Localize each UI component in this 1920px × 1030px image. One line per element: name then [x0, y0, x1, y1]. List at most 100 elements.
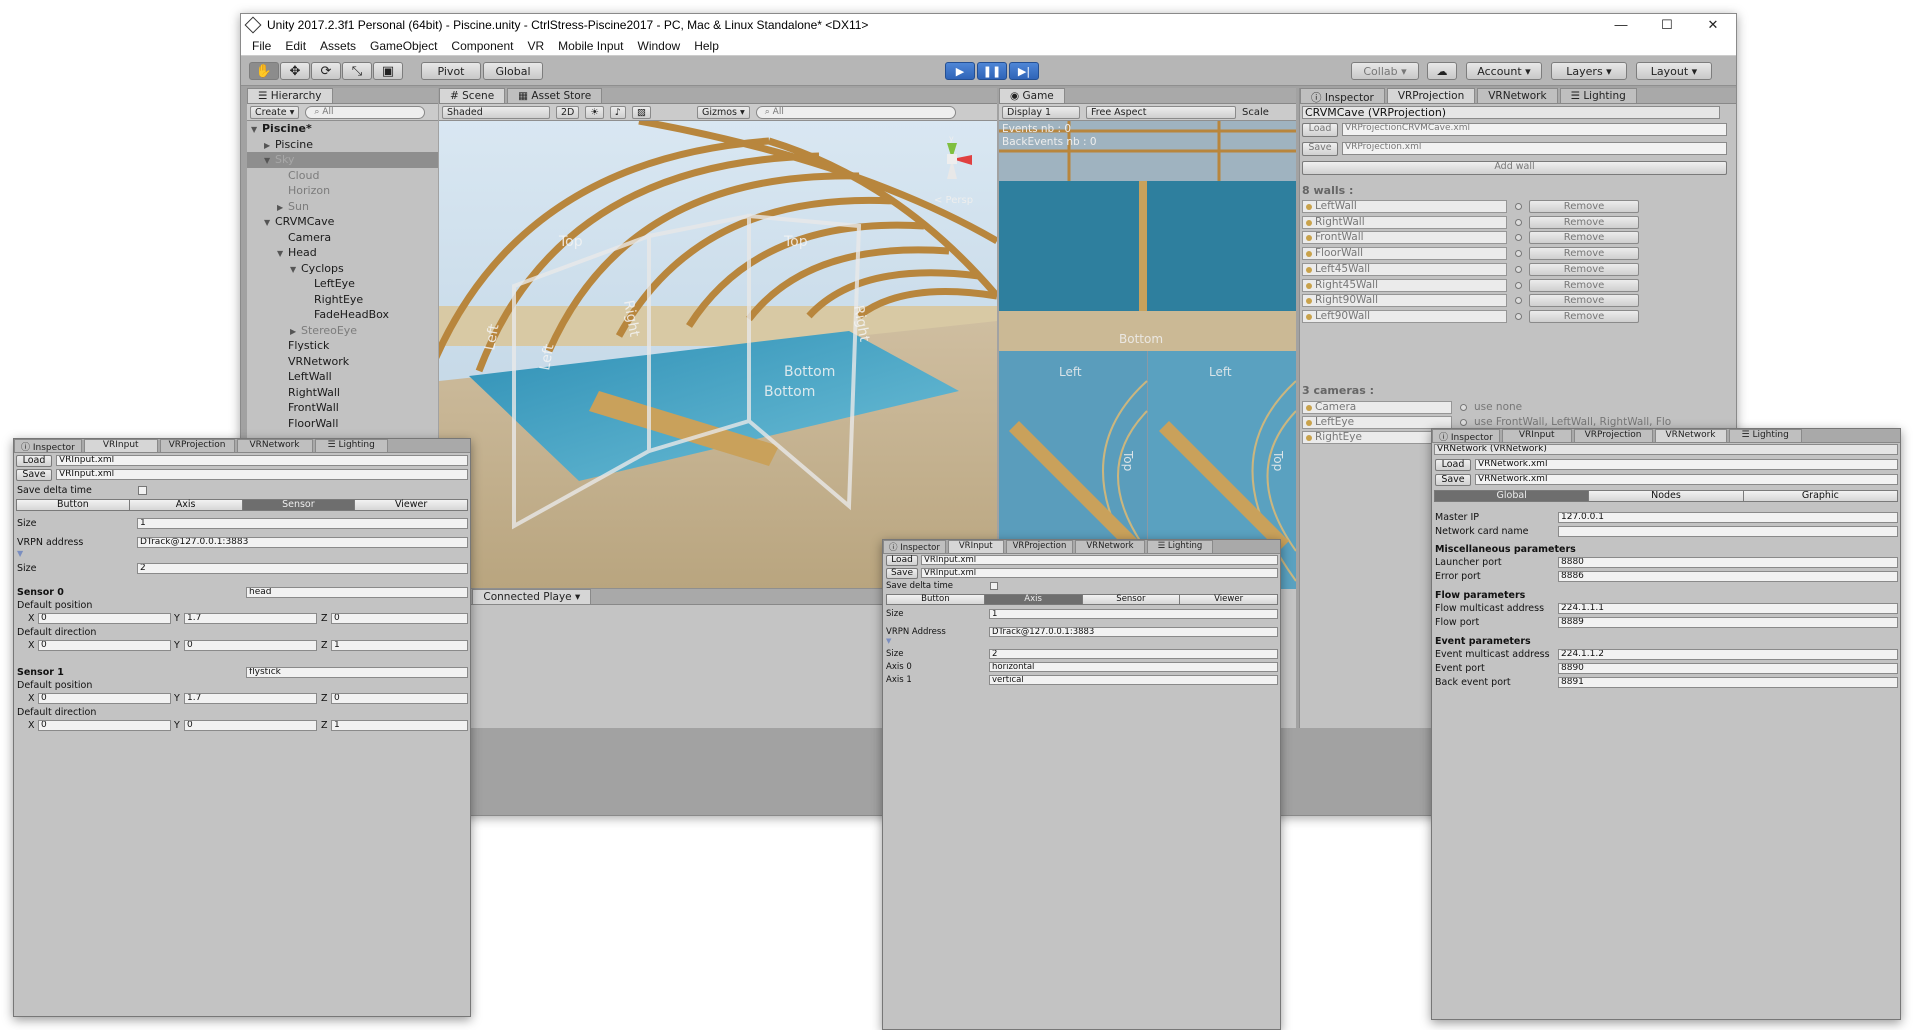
save-file-field[interactable]: VRInput.xml — [921, 568, 1278, 578]
sensor-name-field[interactable]: head — [246, 587, 468, 598]
wall-object-field[interactable]: RightWall — [1302, 215, 1507, 229]
menu-assets[interactable]: Assets — [313, 39, 363, 53]
foldout-arrow-icon[interactable]: ▼ — [264, 153, 275, 169]
object-picker-icon[interactable] — [1515, 265, 1522, 273]
close-button[interactable]: ✕ — [1690, 17, 1736, 33]
hierarchy-item[interactable]: ▶ Piscine — [247, 137, 438, 153]
hierarchy-item[interactable]: FrontWall — [247, 400, 438, 416]
save-file-field[interactable]: VRProjection.xml — [1342, 142, 1727, 155]
vector-component-field[interactable]: 0 — [38, 613, 171, 624]
wall-object-field[interactable]: Right90Wall — [1302, 294, 1507, 308]
tab-vrnetwork[interactable]: VRNetwork — [1075, 540, 1145, 553]
object-picker-icon[interactable] — [1515, 218, 1522, 226]
menu-edit[interactable]: Edit — [278, 39, 313, 53]
size-field[interactable]: 1 — [989, 609, 1278, 619]
foldout-arrow-icon[interactable]: ▼ — [17, 549, 23, 558]
foldout-arrow-icon[interactable]: ▼ — [277, 246, 288, 262]
hierarchy-item[interactable]: LeftEye — [247, 276, 438, 292]
master-ip-field[interactable]: 127.0.0.1 — [1558, 512, 1898, 523]
mode-axis[interactable]: Axis — [129, 500, 243, 510]
menu-component[interactable]: Component — [444, 39, 520, 53]
vrpn-address-field[interactable]: DTrack@127.0.0.1:3883 — [989, 627, 1278, 637]
camera-object-field[interactable]: Camera — [1302, 401, 1452, 414]
load-button[interactable]: Load — [16, 455, 52, 467]
flow-port-field[interactable]: 8889 — [1558, 617, 1898, 628]
load-button[interactable]: Load — [1435, 459, 1471, 471]
tab-vrprojection[interactable]: VRProjection — [1386, 88, 1476, 103]
hierarchy-item[interactable]: ▼ Head — [247, 245, 438, 261]
scale-tool-icon[interactable]: ⤡ — [342, 62, 372, 80]
object-picker-icon[interactable] — [1515, 312, 1522, 320]
layers-dropdown[interactable]: Layers ▾ — [1551, 62, 1627, 80]
remove-wall-button[interactable]: Remove — [1529, 278, 1639, 292]
tab-inspector[interactable]: ⓘ Inspector — [883, 540, 946, 553]
wall-object-field[interactable]: FloorWall — [1302, 247, 1507, 261]
tab-vrnetwork[interactable]: VRNetwork — [1654, 429, 1727, 442]
wall-object-field[interactable]: FrontWall — [1302, 231, 1507, 245]
tab-inspector[interactable]: ⓘ Inspector — [14, 439, 82, 453]
vector-component-field[interactable]: 1 — [331, 640, 468, 651]
save-delta-checkbox[interactable] — [138, 486, 147, 495]
menu-window[interactable]: Window — [631, 39, 688, 53]
vector-component-field[interactable]: 1.7 — [184, 693, 317, 704]
load-file-field[interactable]: VRInput.xml — [921, 555, 1278, 565]
game-viewport[interactable]: Bottom Left Top Left Top Events nb : 0 B… — [999, 121, 1296, 589]
hierarchy-item[interactable]: FloorWall — [247, 416, 438, 432]
hierarchy-item[interactable]: Cloud — [247, 168, 438, 184]
object-picker-icon[interactable] — [1515, 297, 1522, 305]
tab-vrprojection[interactable]: VRProjection — [1573, 429, 1653, 442]
hierarchy-item[interactable]: Camera — [247, 230, 438, 246]
radio-icon[interactable] — [1460, 419, 1467, 426]
shaded-dropdown[interactable]: Shaded — [442, 105, 550, 119]
tab-vrinput[interactable]: VRInput — [1501, 429, 1572, 442]
tab-lighting[interactable]: ☰ Lighting — [314, 439, 388, 452]
wall-object-field[interactable]: Left45Wall — [1302, 262, 1507, 276]
mode-viewer[interactable]: Viewer — [355, 500, 467, 510]
menu-gameobject[interactable]: GameObject — [363, 39, 444, 53]
save-delta-checkbox[interactable] — [990, 582, 998, 590]
load-file-field[interactable]: VRNetwork.xml — [1475, 459, 1898, 470]
wall-object-field[interactable]: Left90Wall — [1302, 309, 1507, 323]
add-wall-button[interactable]: Add wall — [1302, 161, 1727, 175]
remove-wall-button[interactable]: Remove — [1529, 309, 1639, 323]
save-file-field[interactable]: VRInput.xml — [56, 469, 468, 480]
vector-component-field[interactable]: 0 — [38, 640, 171, 651]
load-file-field[interactable]: VRProjectionCRVMCave.xml — [1342, 123, 1727, 136]
tab-lighting[interactable]: ☰ Lighting — [1559, 88, 1637, 103]
collab-button[interactable]: Collab ▾ — [1351, 62, 1419, 80]
vector-component-field[interactable]: 0 — [184, 640, 317, 651]
remove-wall-button[interactable]: Remove — [1529, 215, 1639, 229]
hierarchy-item[interactable]: Horizon — [247, 183, 438, 199]
mode-sensor[interactable]: Sensor — [1082, 595, 1181, 604]
mode-button[interactable]: Button — [887, 595, 985, 604]
wall-object-field[interactable]: Right45Wall — [1302, 278, 1507, 292]
hierarchy-item[interactable]: ▼ Sky — [247, 152, 438, 168]
tab-vrinput[interactable]: VRInput — [83, 439, 158, 452]
vector-component-field[interactable]: 0 — [38, 693, 171, 704]
hierarchy-item[interactable]: RightEye — [247, 292, 438, 308]
rect-tool-icon[interactable]: ▣ — [373, 62, 403, 80]
tab-inspector[interactable]: ⓘ Inspector — [1432, 429, 1500, 443]
hierarchy-item[interactable]: ▼ CRVMCave — [247, 214, 438, 230]
hierarchy-search-input[interactable]: ⌕ All — [305, 105, 426, 119]
foldout-arrow-icon[interactable]: ▼ — [290, 262, 301, 278]
sensor-name-field[interactable]: flystick — [246, 667, 468, 678]
tab-lighting[interactable]: ☰ Lighting — [1728, 429, 1802, 442]
event-port-field[interactable]: 8890 — [1558, 663, 1898, 674]
pause-icon[interactable]: ❚❚ — [977, 62, 1007, 80]
radio-icon[interactable] — [1460, 404, 1467, 411]
vrpn-address-field[interactable]: DTrack@127.0.0.1:3883 — [137, 537, 468, 548]
move-tool-icon[interactable]: ✥ — [280, 62, 310, 80]
global-button[interactable]: Global — [483, 62, 543, 80]
hierarchy-item[interactable]: VRNetwork — [247, 354, 438, 370]
display-dropdown[interactable]: Display 1 — [1002, 105, 1080, 119]
object-picker-icon[interactable] — [1515, 203, 1522, 210]
camera-object-field[interactable]: RightEye — [1302, 431, 1452, 444]
play-icon[interactable]: ▶ — [945, 62, 975, 80]
network-card-field[interactable] — [1558, 526, 1898, 537]
hierarchy-item[interactable]: LeftWall — [247, 369, 438, 385]
error-port-field[interactable]: 8886 — [1558, 571, 1898, 582]
mode-sensor[interactable]: Sensor — [242, 500, 356, 510]
mode-graphic[interactable]: Graphic — [1743, 491, 1897, 501]
tab-game[interactable]: ◉ Game — [999, 88, 1065, 103]
